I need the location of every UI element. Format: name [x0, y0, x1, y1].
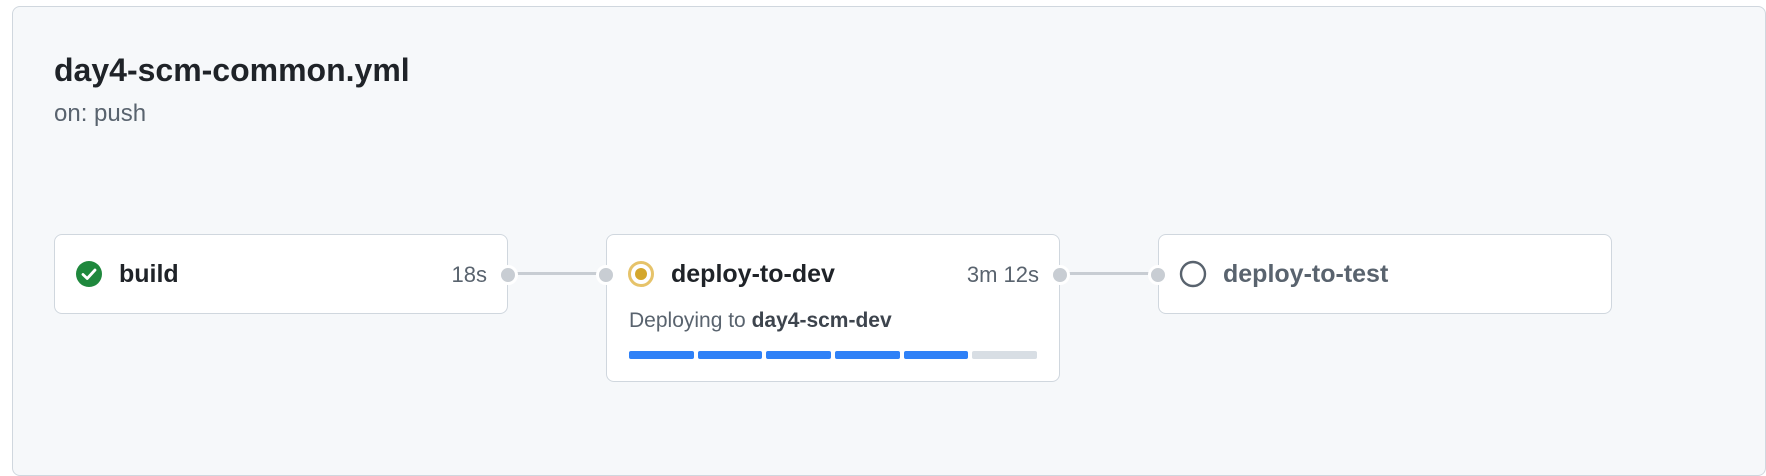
job-name: build: [119, 260, 179, 288]
job-connector-dev-to-test: [1060, 272, 1158, 275]
progress-segment-complete: [629, 351, 694, 359]
job-header: deploy-to-dev 3m 12s: [607, 235, 1059, 313]
job-name: deploy-to-test: [1223, 260, 1389, 288]
deployment-message-prefix: Deploying to: [629, 309, 746, 332]
job-card-build[interactable]: build 18s: [54, 234, 508, 314]
connector-dot-dev-in: [596, 265, 616, 285]
workflow-title: day4-scm-common.yml: [54, 52, 410, 88]
job-duration: 3m 12s: [966, 262, 1039, 287]
connector-dot-test-in: [1148, 265, 1168, 285]
progress-segment-complete: [903, 351, 969, 359]
circle-outline-icon: [1179, 260, 1207, 288]
job-header: build 18s: [55, 235, 507, 313]
deployment-message: Deploying to day4-scm-dev: [629, 309, 892, 333]
connector-dot-dev-out: [1050, 265, 1070, 285]
job-card-deploy-to-dev[interactable]: deploy-to-dev 3m 12s Deploying to day4-s…: [606, 234, 1060, 382]
progress-segment-complete: [766, 351, 832, 359]
check-circle-fill-icon: [75, 260, 103, 288]
deployment-progress-bar: [629, 351, 1038, 359]
deployment-environment[interactable]: day4-scm-dev: [752, 309, 892, 332]
job-header: deploy-to-test: [1159, 235, 1611, 313]
progress-segment-remaining: [972, 351, 1038, 359]
progress-segment-complete: [835, 351, 900, 359]
workflow-trigger: on: push: [54, 100, 147, 127]
connector-dot-build-out: [498, 265, 518, 285]
in-progress-dot-icon: [627, 260, 655, 288]
job-card-deploy-to-test[interactable]: deploy-to-test: [1158, 234, 1612, 314]
progress-segment-complete: [697, 351, 763, 359]
job-connector-build-to-dev: [508, 272, 606, 275]
job-duration: 18s: [451, 262, 487, 287]
job-name: deploy-to-dev: [671, 260, 835, 288]
